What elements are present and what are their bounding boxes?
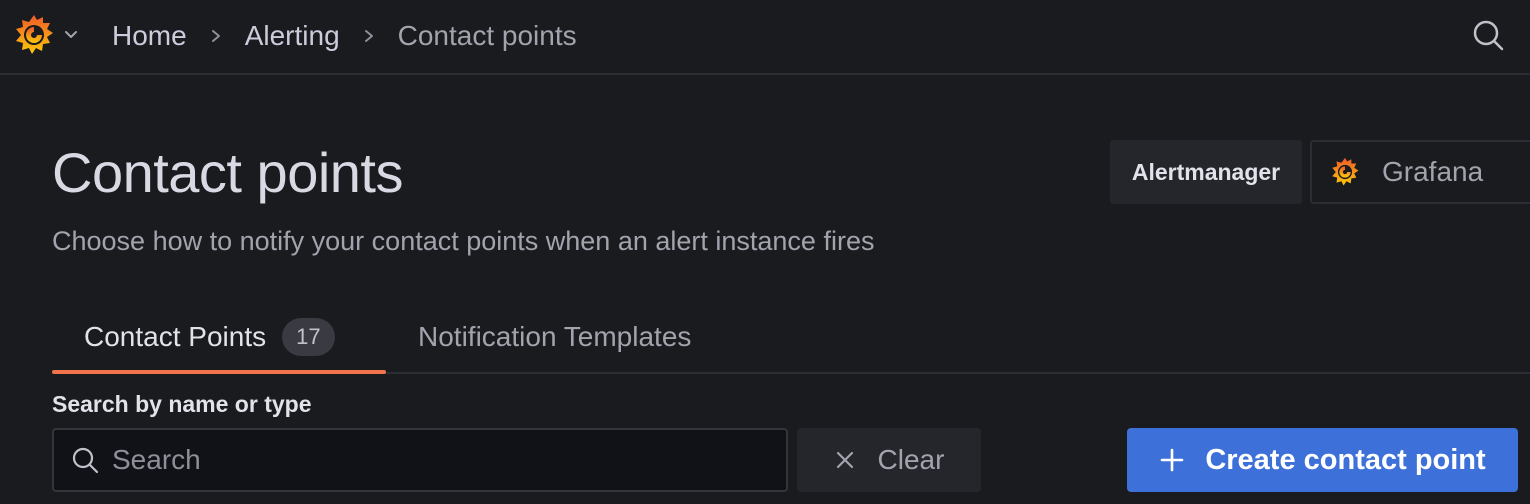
page-subtitle: Choose how to notify your contact points…	[52, 226, 875, 256]
create-contact-point-button[interactable]: Create contact point	[1127, 428, 1518, 492]
chevron-right-icon	[364, 30, 373, 42]
alertmanager-select[interactable]: Grafana	[1310, 140, 1530, 204]
chevron-down-icon[interactable]	[63, 26, 79, 42]
alertmanager-label: Alertmanager	[1110, 140, 1302, 204]
close-icon	[836, 451, 853, 469]
breadcrumb-alerting[interactable]: Alerting	[245, 20, 340, 52]
breadcrumb-contact-points: Contact points	[397, 20, 577, 51]
tab-contact-points-label: Contact Points	[84, 321, 267, 352]
tab-notification-templates-label: Notification Templates	[418, 321, 692, 352]
search-field[interactable]	[52, 428, 788, 492]
tab-bar: Contact Points 17 Notification Templates	[0, 300, 1530, 374]
grafana-logo-icon[interactable]	[10, 11, 58, 59]
breadcrumb: Home Alerting Contact points	[112, 16, 577, 56]
plus-icon	[1161, 448, 1184, 472]
page-title: Contact points	[52, 141, 403, 204]
alertmanager-selected-value: Grafana	[1382, 156, 1484, 187]
grafana-logo-icon	[1332, 157, 1359, 186]
active-tab-indicator	[52, 370, 386, 374]
breadcrumb-home[interactable]: Home	[112, 20, 187, 52]
tab-notification-templates[interactable]: Notification Templates	[418, 300, 691, 374]
search-icon	[72, 447, 99, 474]
create-contact-point-label: Create contact point	[1205, 443, 1486, 476]
top-bar: Home Alerting Contact points	[0, 0, 1530, 75]
clear-button-label: Clear	[877, 444, 945, 475]
chevron-right-icon	[211, 30, 220, 42]
contact-points-count-badge: 17	[282, 318, 335, 356]
search-input[interactable]	[112, 430, 786, 490]
search-label: Search by name or type	[52, 391, 312, 417]
tab-contact-points[interactable]: Contact Points 17	[52, 300, 386, 374]
clear-button[interactable]: Clear	[797, 428, 981, 492]
search-icon[interactable]	[1470, 17, 1506, 53]
